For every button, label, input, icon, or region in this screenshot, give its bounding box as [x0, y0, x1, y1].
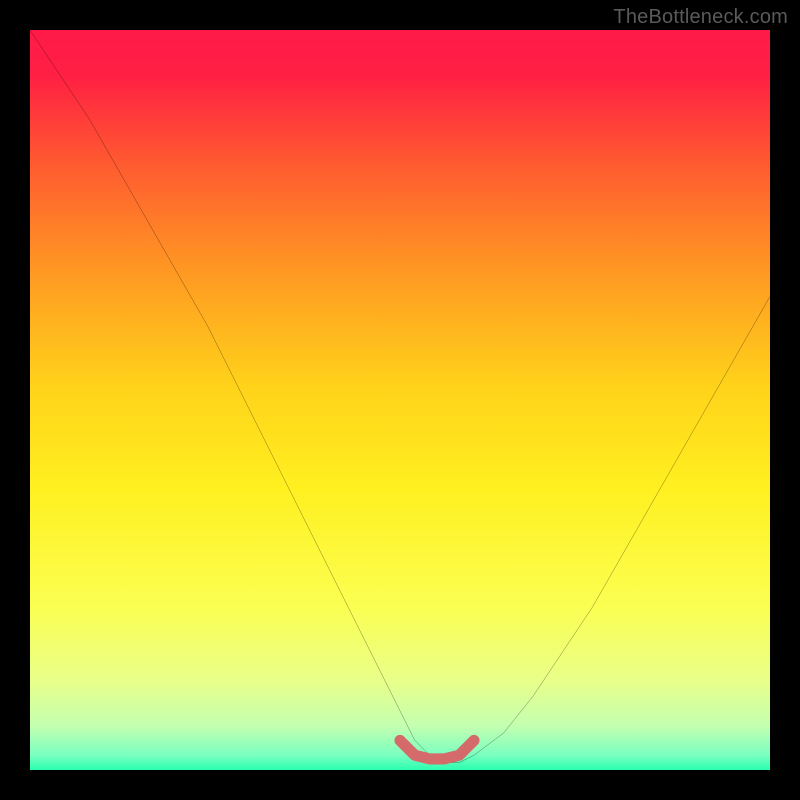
chart-plot	[30, 30, 770, 770]
watermark-text: TheBottleneck.com	[613, 6, 788, 29]
chart-svg	[30, 30, 770, 770]
plot-background	[30, 30, 770, 770]
chart-stage: TheBottleneck.com	[0, 0, 800, 800]
